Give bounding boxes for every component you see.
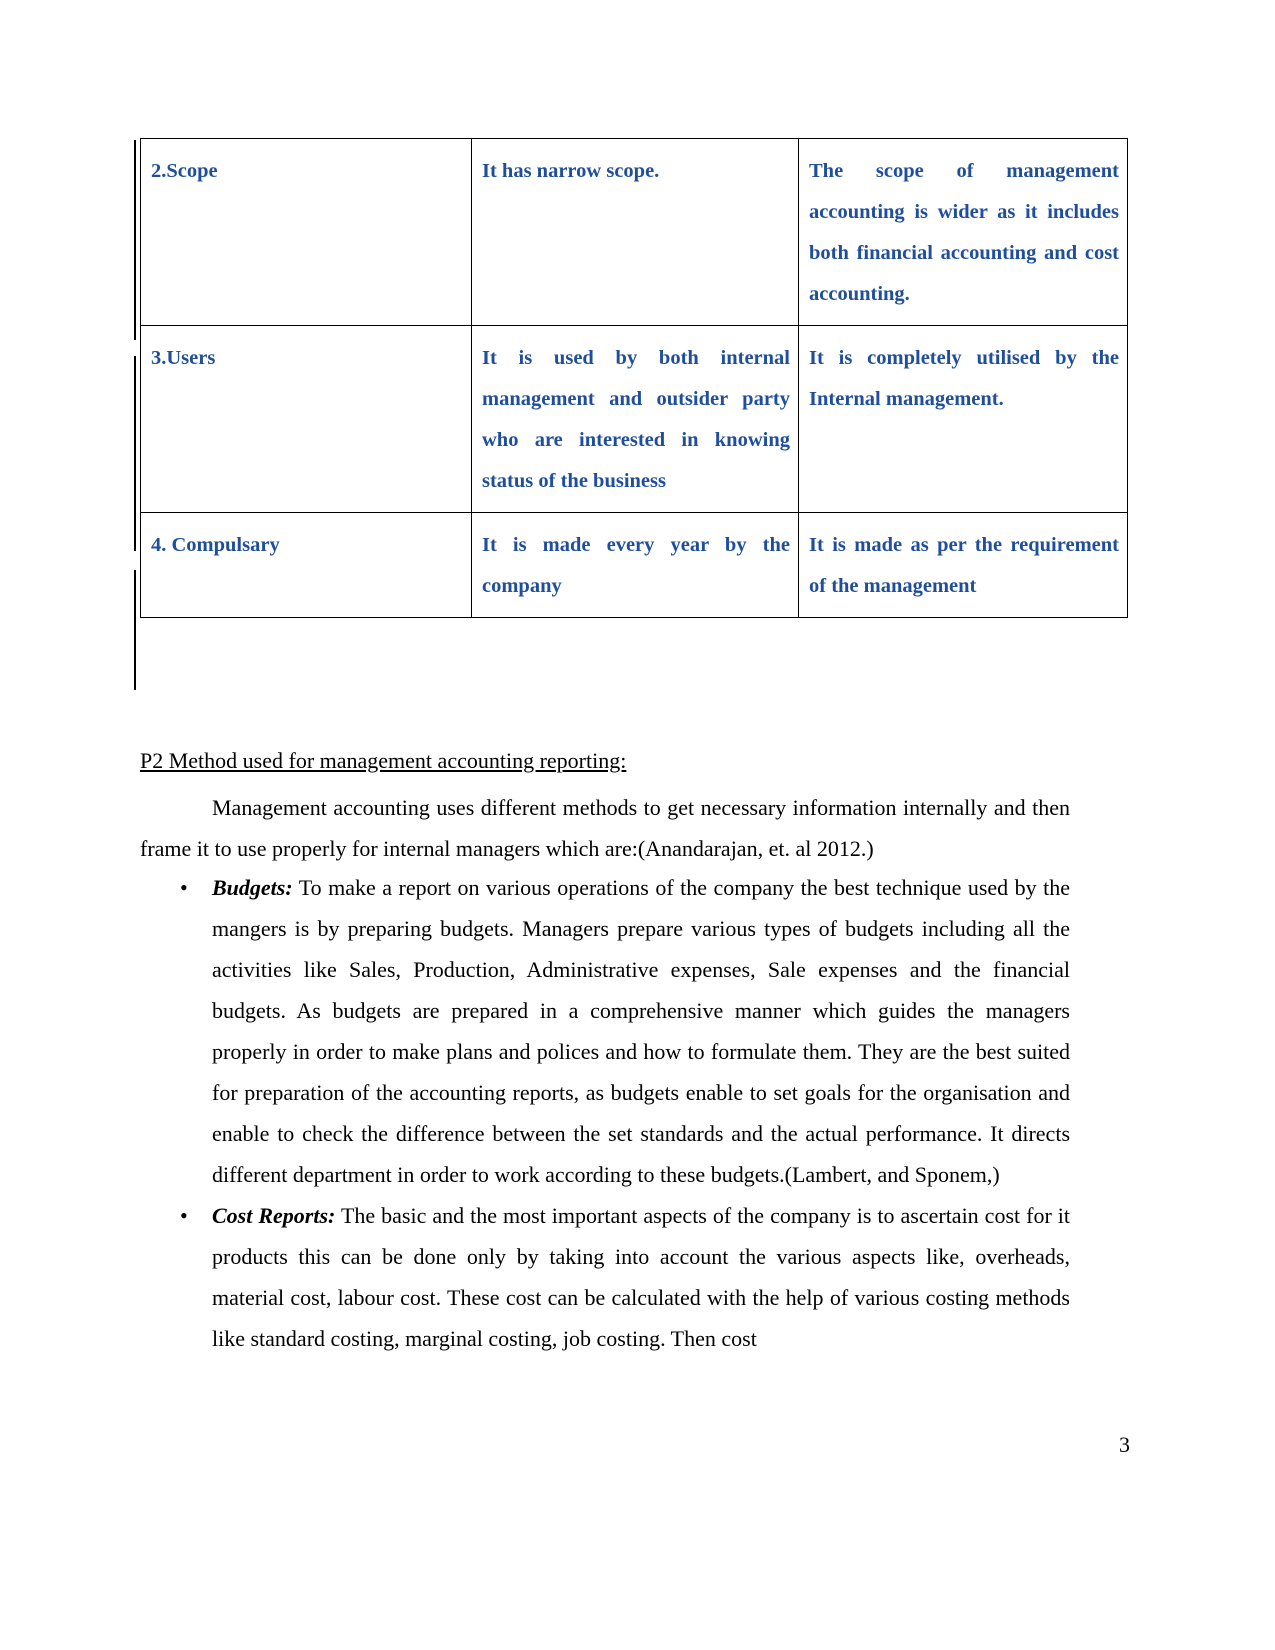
table-row: 3.Users It is used by both internal mana… <box>140 325 1128 513</box>
row-management-compulsary: It is made as per the requirement of the… <box>809 534 1119 597</box>
row-management-users: It is completely utilised by the Interna… <box>809 347 1119 410</box>
bullet-text-cost-reports: The basic and the most important aspects… <box>212 1203 1070 1351</box>
table-cell-label: 2.Scope <box>140 138 472 326</box>
table-cell-label: 4. Compulsary <box>140 512 472 618</box>
row-management-scope: The scope of management accounting is wi… <box>809 160 1119 305</box>
change-bar-row-scope <box>134 140 136 340</box>
page-number: 3 <box>1119 1432 1130 1457</box>
document-page: 2.Scope It has narrow scope. The scope o… <box>0 0 1275 1650</box>
methods-bullet-list: • Budgets: To make a report on various o… <box>140 867 1070 1359</box>
bullet-lead-cost-reports: Cost Reports: <box>212 1203 336 1228</box>
list-item: • Budgets: To make a report on various o… <box>140 867 1070 1195</box>
intro-paragraph-text: Management accounting uses different met… <box>140 795 1070 861</box>
row-financial-scope: It has narrow scope. <box>482 160 660 182</box>
table-cell-management: It is made as per the requirement of the… <box>798 512 1128 618</box>
bullet-icon: • <box>180 875 188 900</box>
change-bar-row-compulsary <box>134 570 136 690</box>
row-financial-users: It is used by both internal management a… <box>482 347 790 492</box>
table-cell-financial: It is used by both internal management a… <box>471 325 799 513</box>
table-cell-management: The scope of management accounting is wi… <box>798 138 1128 326</box>
section-heading: P2 Method used for management accounting… <box>140 748 627 773</box>
row-label-scope: 2.Scope <box>151 160 218 182</box>
table-cell-financial: It has narrow scope. <box>471 138 799 326</box>
row-financial-compulsary: It is made every year by the company <box>482 534 790 597</box>
table-cell-management: It is completely utilised by the Interna… <box>798 325 1128 513</box>
table-row: 2.Scope It has narrow scope. The scope o… <box>140 138 1128 326</box>
table-cell-financial: It is made every year by the company <box>471 512 799 618</box>
comparison-table: 2.Scope It has narrow scope. The scope o… <box>140 138 1128 618</box>
row-label-compulsary: 4. Compulsary <box>151 534 280 556</box>
table-row: 4. Compulsary It is made every year by t… <box>140 512 1128 618</box>
bullet-lead-budgets: Budgets: <box>212 875 293 900</box>
list-item: • Cost Reports: The basic and the most i… <box>140 1195 1070 1359</box>
bullet-icon: • <box>180 1203 188 1228</box>
change-bar-row-users <box>134 356 136 551</box>
row-label-users: 3.Users <box>151 347 216 369</box>
bullet-text-budgets: To make a report on various operations o… <box>212 875 1070 1187</box>
table-cell-label: 3.Users <box>140 325 472 513</box>
intro-paragraph: Management accounting uses different met… <box>140 787 1070 869</box>
